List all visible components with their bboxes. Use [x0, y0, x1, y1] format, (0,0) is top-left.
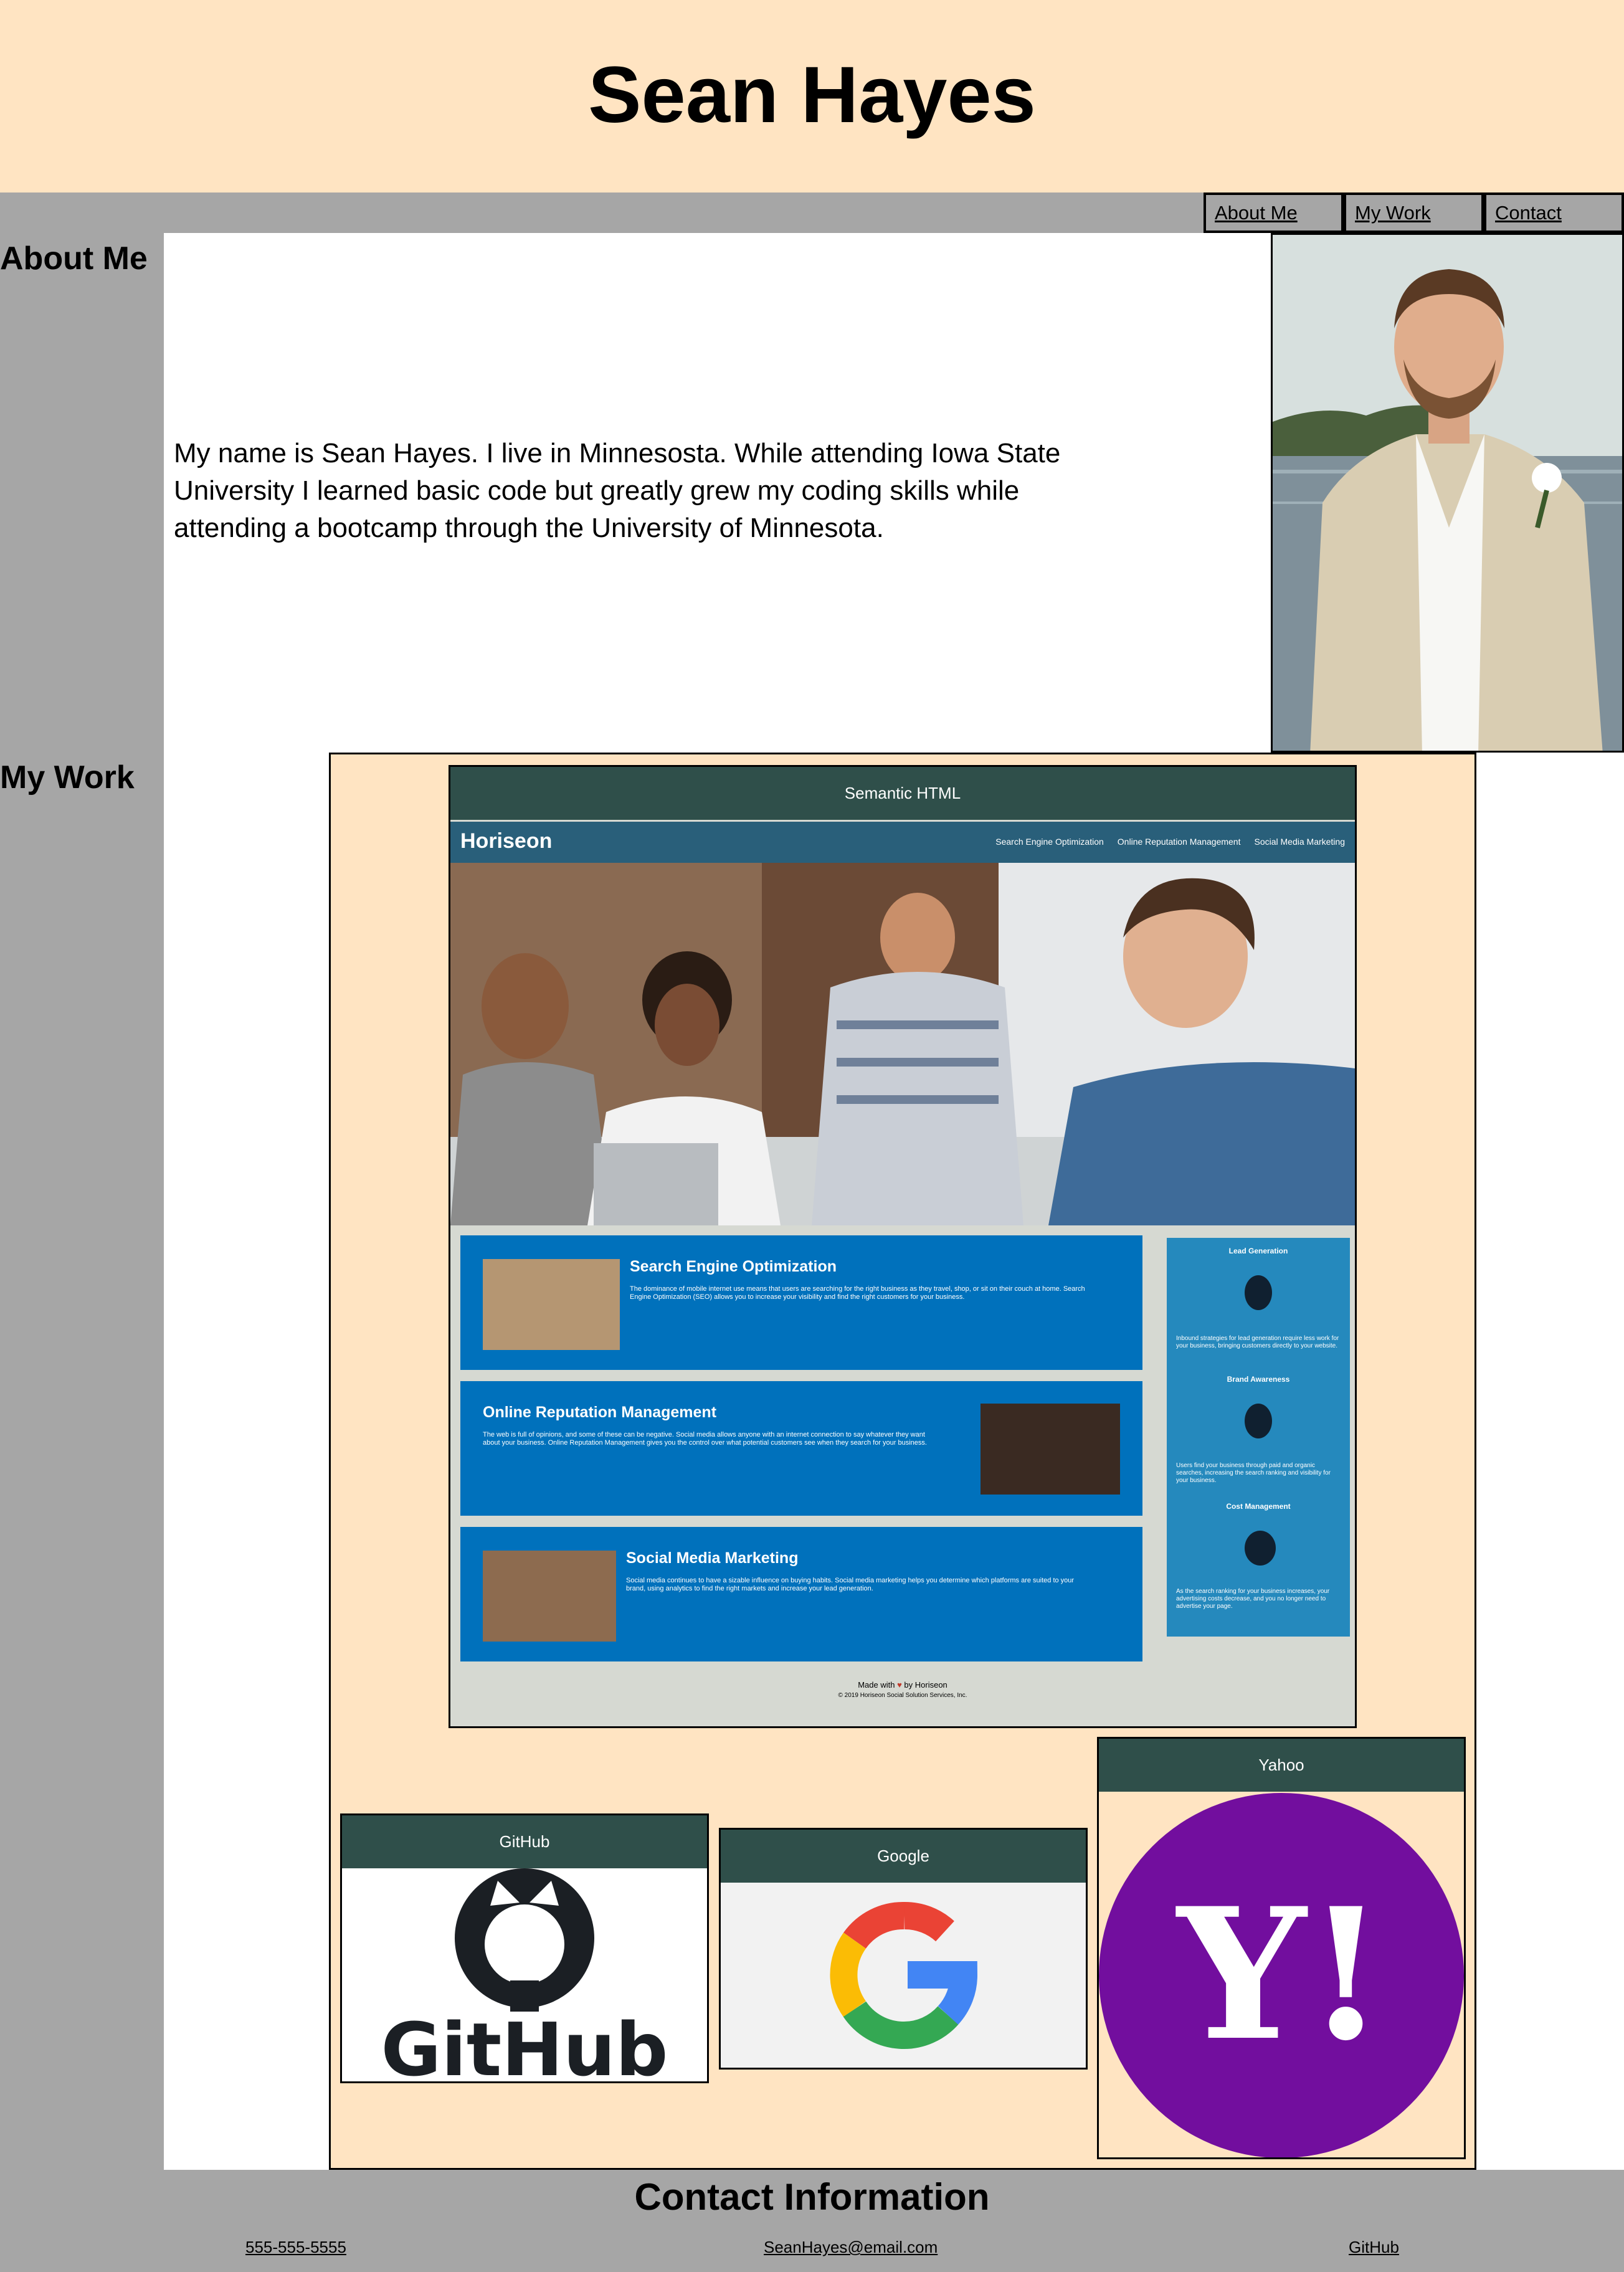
main-nav: About Me My Work Contact: [1204, 193, 1624, 233]
horiseon-section-title: Online Reputation Management: [483, 1404, 717, 1421]
github-wordmark: GitHub: [381, 2007, 668, 2081]
project-title-github: GitHub: [342, 1815, 707, 1868]
horiseon-section-text: Social media continues to have a sizable…: [626, 1577, 1075, 1592]
horiseon-footer: Made with ♥ by Horiseon © 2019 Horiseon …: [450, 1680, 1355, 1699]
footer-copyright: © 2019 Horiseon Social Solution Services…: [838, 1692, 967, 1699]
profile-photo: [1271, 233, 1624, 753]
google-logo-icon: [830, 1902, 977, 2050]
nav-my-work[interactable]: My Work: [1344, 193, 1484, 233]
project-title-google: Google: [721, 1830, 1086, 1883]
contact-heading: Contact Information: [634, 2176, 990, 2218]
horiseon-links: Search Engine Optimization Online Reputa…: [995, 837, 1345, 847]
project-title-semantic-html: Semantic HTML: [450, 767, 1355, 820]
contact-github-link[interactable]: GitHub: [1349, 2238, 1399, 2256]
horiseon-section-title: Search Engine Optimization: [630, 1258, 837, 1275]
github-logo-icon: GitHub: [381, 1868, 668, 2081]
horiseon-nav: Horiseon Search Engine Optimization Onli…: [450, 822, 1355, 863]
awareness-icon: [1245, 1404, 1272, 1438]
smm-image: [483, 1551, 616, 1642]
benefit-text: Inbound strategies for lead generation r…: [1176, 1335, 1339, 1349]
horiseon-section-title: Social Media Marketing: [626, 1549, 799, 1567]
horiseon-link: Social Media Marketing: [1254, 837, 1345, 847]
horiseon-section-seo: Search Engine Optimization The dominance…: [460, 1235, 1142, 1370]
orm-image: [981, 1404, 1120, 1495]
footer-by: by Horiseon: [904, 1680, 947, 1690]
project-card-semantic-html[interactable]: Semantic HTML Horiseon Search Engine Opt…: [449, 765, 1357, 1728]
horiseon-link: Search Engine Optimization: [995, 837, 1104, 847]
footer-made-with: Made with: [858, 1680, 895, 1690]
horiseon-section-smm: Social Media Marketing Social media cont…: [460, 1527, 1142, 1661]
site-title: Sean Hayes: [588, 50, 1036, 140]
about-text: My name is Sean Hayes. I live in Minneso…: [174, 438, 1061, 543]
contact-phone-link[interactable]: 555-555-5555: [245, 2238, 346, 2256]
horiseon-body: Search Engine Optimization The dominance…: [450, 1225, 1355, 1726]
left-column: [0, 233, 164, 2170]
yahoo-logo-icon: Y!: [1099, 1793, 1464, 2157]
about-heading: About Me: [0, 240, 148, 277]
project-card-google[interactable]: Google: [719, 1828, 1088, 2070]
horiseon-link: Online Reputation Management: [1117, 837, 1241, 847]
work-panel: Semantic HTML Horiseon Search Engine Opt…: [329, 753, 1476, 2170]
benefit-text: Users find your business through paid an…: [1176, 1462, 1331, 1484]
yahoo-wordmark: Y!: [1174, 1869, 1385, 2081]
horiseon-logo: Horiseon: [460, 829, 553, 853]
horiseon-benefits: Lead Generation Inbound strategies for l…: [1167, 1238, 1350, 1637]
project-card-github[interactable]: GitHub GitHub: [340, 1813, 709, 2083]
project-card-yahoo[interactable]: Yahoo Y!: [1097, 1737, 1466, 2159]
horiseon-hero-image: [450, 863, 1355, 1225]
benefit-title: Lead Generation: [1228, 1247, 1288, 1255]
heart-icon: ♥: [897, 1680, 902, 1690]
nav-contact[interactable]: Contact: [1484, 193, 1624, 233]
project-title-yahoo: Yahoo: [1099, 1739, 1464, 1792]
horiseon-section-text: The dominance of mobile internet use mea…: [630, 1285, 1085, 1301]
horiseon-section-text: The web is full of opinions, and some of…: [483, 1431, 927, 1447]
benefit-text: As the search ranking for your business …: [1176, 1588, 1330, 1610]
site-header: Sean Hayes: [0, 0, 1624, 193]
lead-icon: [1245, 1275, 1272, 1310]
benefit-title: Brand Awareness: [1227, 1375, 1290, 1384]
work-heading: My Work: [0, 759, 135, 796]
nav-about-me[interactable]: About Me: [1204, 193, 1344, 233]
cost-icon: [1245, 1531, 1276, 1566]
seo-image: [483, 1259, 620, 1350]
benefit-title: Cost Management: [1226, 1502, 1291, 1511]
horiseon-section-orm: Online Reputation Management The web is …: [460, 1381, 1142, 1516]
contact-email-link[interactable]: SeanHayes@email.com: [764, 2238, 938, 2256]
